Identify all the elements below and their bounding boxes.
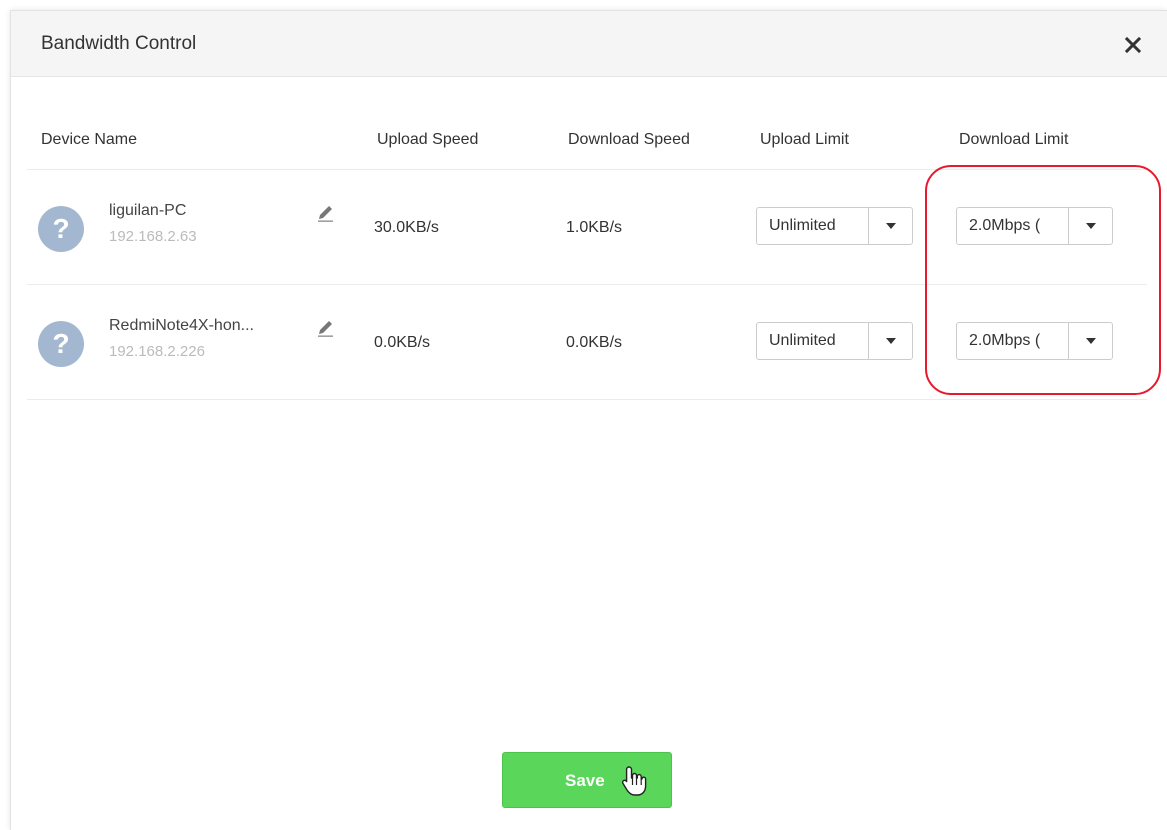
device-name: liguilan-PC (109, 202, 187, 219)
device-ip: 192.168.2.226 (109, 343, 205, 360)
device-name: RedmiNote4X-hon... (109, 317, 254, 334)
download-limit-value: 2.0Mbps ( (969, 217, 1041, 234)
table-row: ? RedmiNote4X-hon... 192.168.2.226 0.0KB… (11, 285, 1167, 399)
upload-speed: 0.0KB/s (374, 334, 431, 351)
close-icon[interactable] (1119, 31, 1147, 59)
caret-down-icon[interactable] (868, 323, 912, 359)
caret-down-icon[interactable] (1068, 323, 1112, 359)
column-header-device-name: Device Name (41, 131, 138, 148)
table-row: ? liguilan-PC 192.168.2.63 30.0KB/s 1.0K… (11, 170, 1167, 284)
caret-down-icon[interactable] (1068, 208, 1112, 244)
download-speed: 1.0KB/s (566, 219, 623, 236)
column-header-upload-limit: Upload Limit (760, 131, 849, 148)
download-speed: 0.0KB/s (566, 334, 623, 351)
device-avatar: ? (38, 321, 84, 367)
device-ip: 192.168.2.63 (109, 228, 197, 245)
download-limit-value: 2.0Mbps ( (969, 332, 1041, 349)
download-limit-select[interactable]: 2.0Mbps ( (956, 322, 1113, 360)
pencil-icon[interactable] (317, 202, 335, 222)
upload-limit-select[interactable]: Unlimited (756, 322, 913, 360)
dialog-header: Bandwidth Control (11, 11, 1167, 77)
row-divider (27, 399, 1147, 400)
download-limit-select[interactable]: 2.0Mbps ( (956, 207, 1113, 245)
column-header-upload-speed: Upload Speed (377, 131, 479, 148)
save-button[interactable]: Save (502, 752, 672, 808)
upload-speed: 30.0KB/s (374, 219, 439, 236)
save-button-label: Save (565, 771, 605, 790)
upload-limit-value: Unlimited (769, 217, 836, 234)
hand-pointer-icon (621, 765, 647, 797)
device-avatar: ? (38, 206, 84, 252)
column-header-download-limit: Download Limit (959, 131, 1069, 148)
bandwidth-control-dialog: Bandwidth Control Device Name Upload Spe… (10, 10, 1167, 830)
column-header-download-speed: Download Speed (568, 131, 690, 148)
dialog-title: Bandwidth Control (41, 33, 197, 54)
upload-limit-value: Unlimited (769, 332, 836, 349)
pencil-icon[interactable] (317, 317, 335, 337)
upload-limit-select[interactable]: Unlimited (756, 207, 913, 245)
caret-down-icon[interactable] (868, 208, 912, 244)
